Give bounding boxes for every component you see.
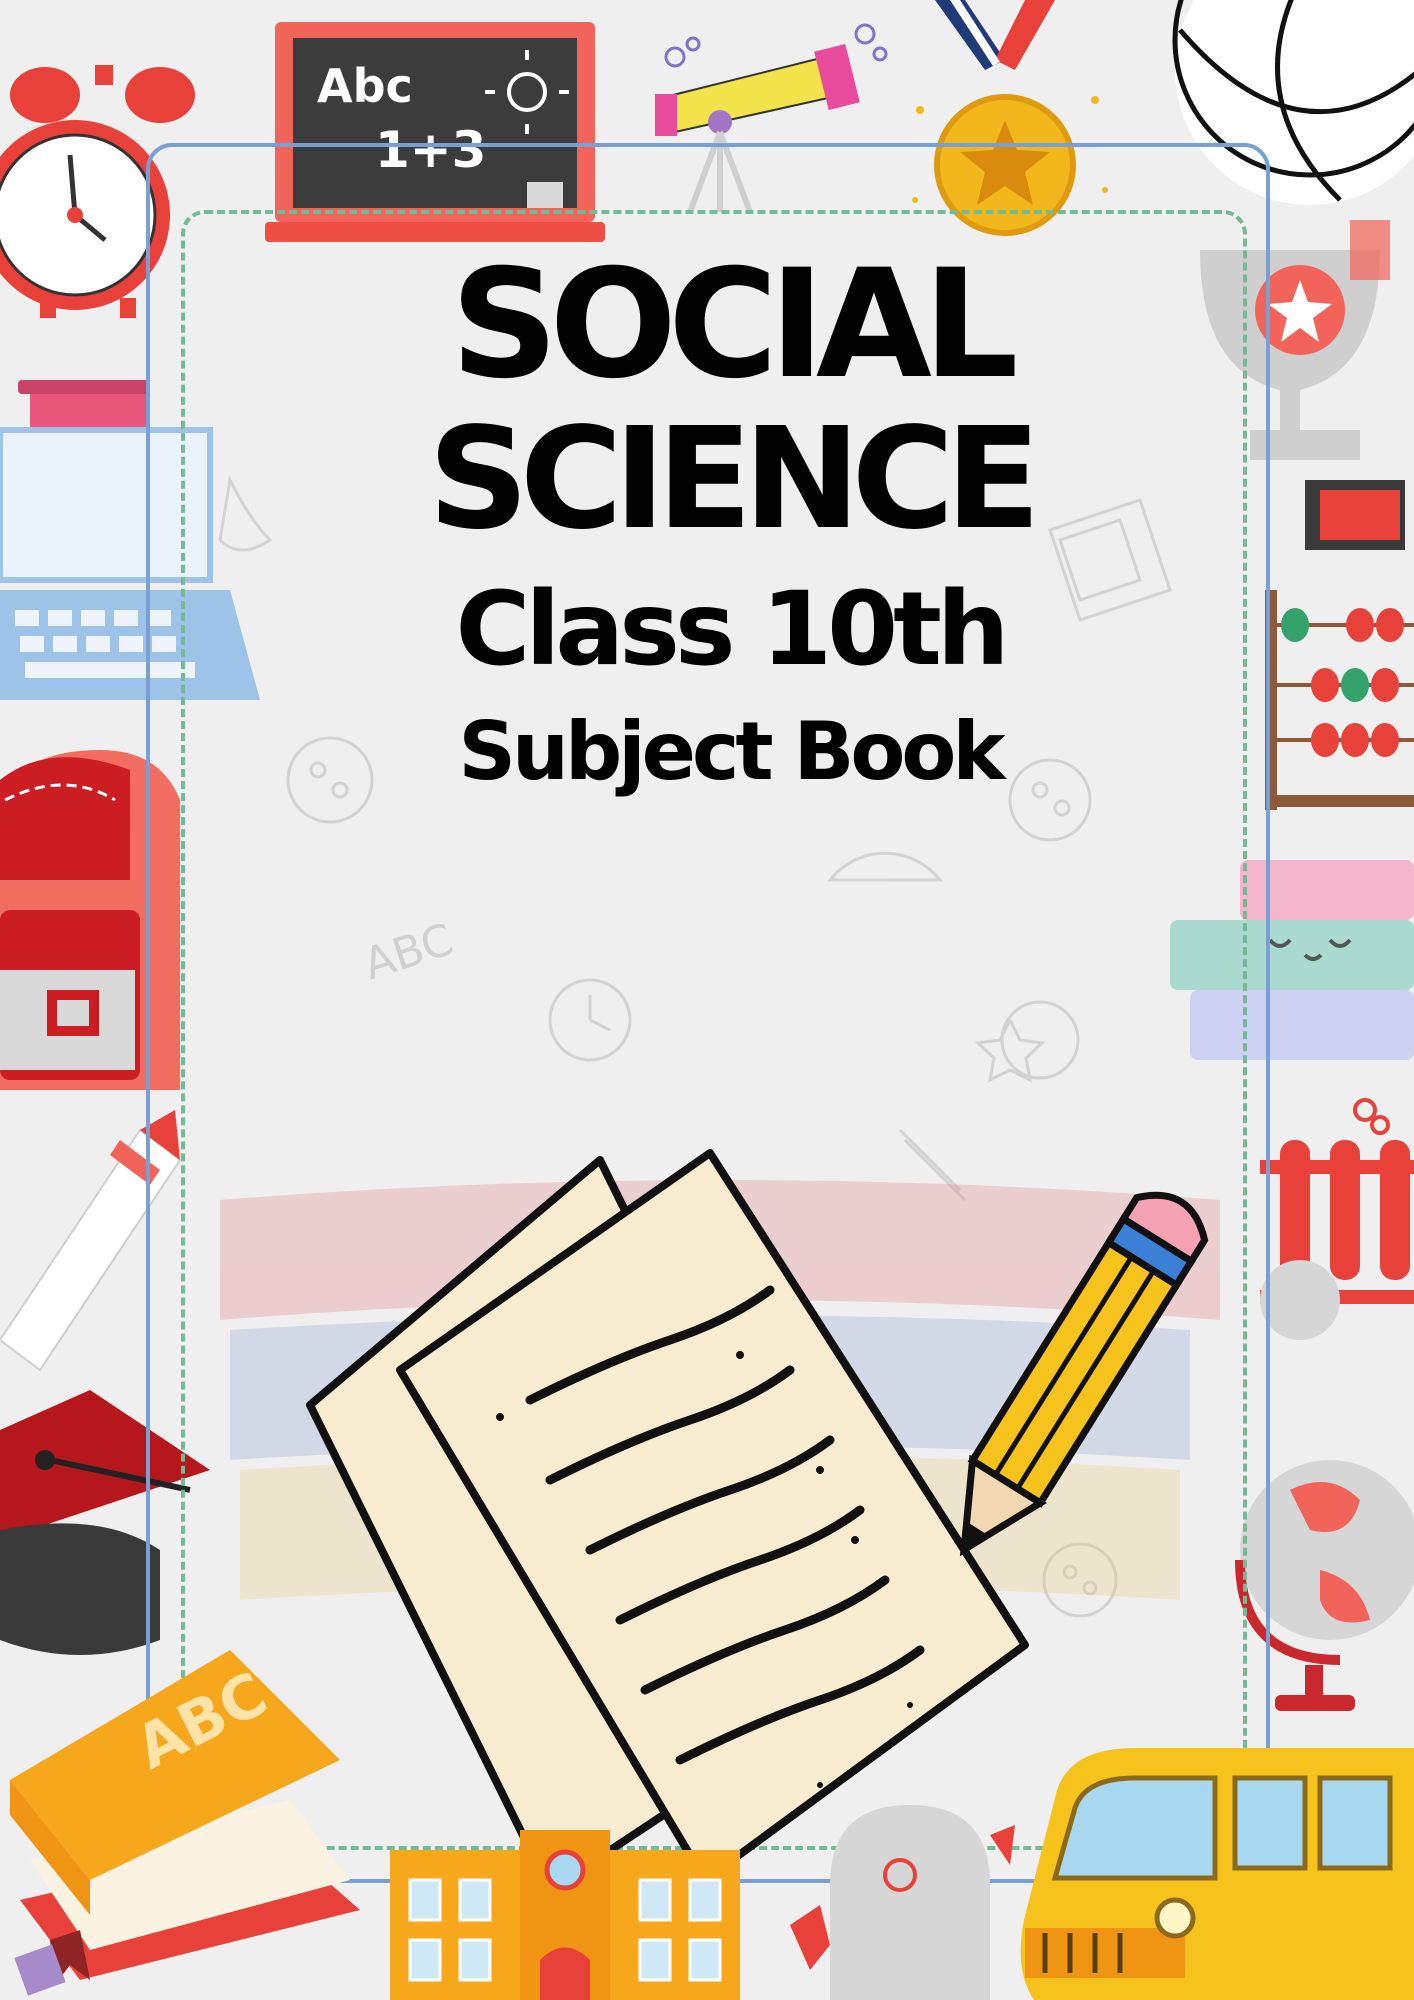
robot-icon: [790, 1805, 1015, 2000]
abacus-icon: [1265, 590, 1414, 810]
chalkboard-abc: Abc: [317, 59, 413, 113]
school-bus-icon: [1020, 1748, 1414, 2000]
cover-page: ABC Abc 1+3 SOCIAL SCIENCE Class 10th Su…: [0, 0, 1414, 2000]
school-building-icon: [390, 1830, 740, 2000]
abc-books-icon: ABC: [10, 1650, 360, 1996]
test-tubes-icon: [1260, 1098, 1414, 1340]
title-line-science: SCIENCE: [428, 398, 1041, 561]
subject-book-label: Subject Book: [458, 705, 1005, 798]
writing-pencil-icon: [959, 1191, 1209, 1557]
class-label: Class 10th: [455, 570, 1010, 689]
red-card-icon: [1305, 480, 1405, 550]
title-line-social: SOCIAL: [450, 238, 1018, 412]
